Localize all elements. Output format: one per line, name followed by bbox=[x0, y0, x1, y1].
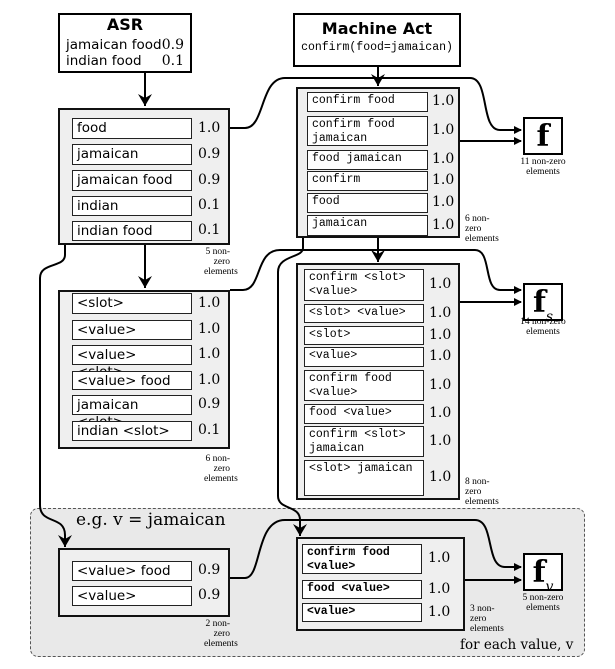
ngram-feature: indian food bbox=[72, 221, 192, 241]
machine-act-box: Machine Act confirm(food=jamaican) bbox=[293, 13, 461, 67]
feature-weight: 1.0 bbox=[428, 550, 451, 566]
feature-weight: 1.0 bbox=[198, 119, 221, 136]
feature-weight: 0.9 bbox=[198, 562, 221, 578]
ngram-feature: <slot> jamaican bbox=[304, 460, 424, 496]
asr-score: 0.1 bbox=[161, 53, 184, 69]
feature-weight: 0.9 bbox=[198, 396, 221, 412]
vector-label: f bbox=[532, 555, 546, 590]
feature-weight: 0.9 bbox=[198, 171, 221, 188]
feature-weight: 0.1 bbox=[198, 197, 221, 213]
ngram-feature: food <value> bbox=[304, 404, 424, 424]
ngram-feature: confirm food bbox=[307, 92, 428, 112]
feature-weight: 1.0 bbox=[429, 432, 452, 449]
ngram-feature: confirm <slot> <value> bbox=[304, 269, 424, 301]
ngram-feature: confirm <slot> jamaican bbox=[304, 426, 424, 457]
ngram-feature: jamaican food bbox=[72, 170, 192, 191]
nonzero-count: 3 non-zero elements bbox=[470, 604, 504, 634]
ngram-feature: <value> bbox=[72, 586, 192, 606]
ngram-feature: <slot> <value> bbox=[304, 304, 424, 323]
asr-title: ASR bbox=[106, 15, 144, 34]
feature-weight: 1.0 bbox=[432, 122, 455, 138]
ngram-feature: <value> bbox=[304, 347, 424, 367]
feature-weight: 1.0 bbox=[432, 172, 455, 188]
feature-weight: 1.0 bbox=[428, 603, 451, 620]
nonzero-count: 11 non-zero elements bbox=[520, 157, 566, 177]
machine-act-title: Machine Act bbox=[321, 19, 433, 38]
asr-hyp: indian food bbox=[66, 53, 142, 69]
feature-weight: 1.0 bbox=[429, 405, 452, 421]
ngram-feature: <value> <slot> bbox=[72, 345, 192, 380]
feature-weight: 1.0 bbox=[429, 469, 452, 485]
feature-weight: 1.0 bbox=[429, 348, 452, 364]
ngram-feature: food jamaican bbox=[307, 150, 428, 170]
nonzero-count: 6 non-zero elements bbox=[465, 214, 499, 244]
fv-vector-box: fv bbox=[523, 553, 563, 595]
nonzero-count: 6 non-zero elements bbox=[204, 454, 238, 484]
ngram-feature: <value> food bbox=[72, 561, 192, 581]
nonzero-count: 14 non-zero elements bbox=[520, 317, 566, 337]
vector-label: f bbox=[532, 285, 546, 320]
feature-weight: 1.0 bbox=[429, 304, 452, 321]
ngram-feature: <slot> bbox=[304, 326, 424, 345]
ngram-feature: indian <slot> bbox=[72, 421, 192, 441]
asr-hyp: jamaican food bbox=[66, 37, 162, 53]
feature-weight: 0.9 bbox=[198, 587, 221, 603]
feature-weight: 1.0 bbox=[198, 346, 221, 362]
feature-weight: 1.0 bbox=[428, 580, 451, 597]
nonzero-count: 8 non-zero elements bbox=[465, 477, 499, 507]
ngram-feature: indian bbox=[72, 196, 192, 216]
ngram-feature: food <value> bbox=[302, 580, 422, 599]
asr-box: ASR jamaican food 0.9 indian food 0.1 bbox=[58, 13, 192, 73]
f-vector-box: f bbox=[523, 117, 563, 155]
feature-weight: 1.0 bbox=[198, 294, 221, 311]
ngram-feature: jamaican bbox=[72, 144, 192, 165]
ngram-feature: confirm bbox=[307, 171, 428, 191]
ngram-feature: <value> food bbox=[72, 371, 192, 390]
feature-weight: 0.1 bbox=[198, 222, 221, 238]
feature-weight: 1.0 bbox=[432, 93, 455, 109]
ngram-feature: confirm food jamaican bbox=[307, 116, 428, 146]
nonzero-count: 5 non-zero elements bbox=[204, 247, 238, 277]
diagram: e.g. v = jamaican for each value, v ASR … bbox=[0, 0, 615, 669]
feature-weight: 1.0 bbox=[198, 371, 221, 388]
ngram-feature: jamaican <slot> bbox=[72, 395, 192, 430]
feature-weight: 1.0 bbox=[432, 194, 455, 210]
nonzero-count: 5 non-zero elements bbox=[522, 593, 564, 613]
feature-weight: 1.0 bbox=[432, 216, 455, 233]
asr-score: 0.9 bbox=[161, 37, 184, 53]
ngram-feature: jamaican bbox=[307, 215, 428, 236]
feature-weight: 1.0 bbox=[198, 321, 221, 337]
ngram-feature: food bbox=[72, 118, 192, 139]
ngram-feature: food bbox=[307, 193, 428, 213]
asr-value-box bbox=[58, 548, 230, 617]
machine-act-value: confirm(food=jamaican) bbox=[301, 41, 453, 54]
feature-weight: 1.0 bbox=[429, 276, 452, 292]
ngram-feature: <slot> bbox=[72, 293, 192, 314]
feature-weight: 1.0 bbox=[432, 151, 455, 167]
feature-weight: 0.1 bbox=[198, 422, 221, 438]
nonzero-count: 2 non-zero elements bbox=[204, 619, 238, 649]
feature-weight: 1.0 bbox=[429, 326, 452, 343]
ngram-feature: confirm food <value> bbox=[302, 544, 422, 574]
ngram-feature: <value> bbox=[72, 320, 192, 340]
vector-label: f bbox=[536, 119, 550, 154]
fs-vector-box: fs bbox=[523, 283, 563, 325]
ngram-feature: <value> bbox=[302, 603, 422, 622]
feature-weight: 1.0 bbox=[429, 376, 452, 393]
feature-weight: 0.9 bbox=[198, 145, 221, 162]
ngram-feature: confirm food <value> bbox=[304, 370, 424, 401]
